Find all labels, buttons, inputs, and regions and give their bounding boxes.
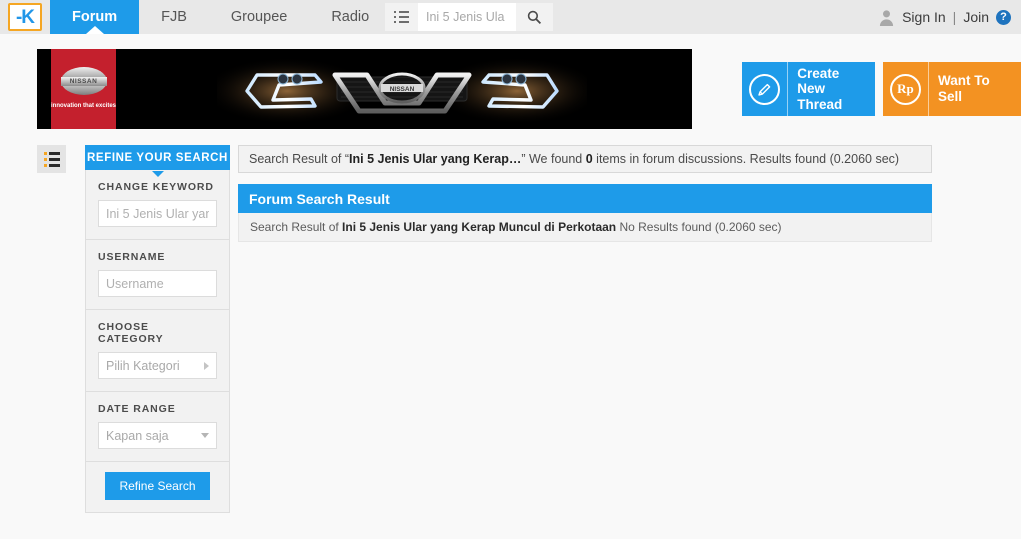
filter-date-range: DATE RANGE Kapan saja xyxy=(86,392,229,462)
nissan-banner-ad[interactable]: NISSAN innovation that excites NISSAN xyxy=(37,49,692,129)
create-new-thread-label: Create New Thread xyxy=(787,62,875,116)
nav-tab-groupee[interactable]: Groupee xyxy=(209,0,309,34)
nav-tab-forum-label: Forum xyxy=(72,9,118,25)
search-submit-button[interactable] xyxy=(516,3,553,31)
search-icon xyxy=(527,10,542,24)
car-headlights-artwork: NISSAN xyxy=(217,55,587,125)
chevron-right-icon xyxy=(204,361,209,370)
account-area: Sign In | Join ? xyxy=(878,0,1011,34)
username-label: USERNAME xyxy=(98,251,166,263)
account-separator: | xyxy=(952,9,957,25)
filter-change-keyword: CHANGE KEYWORD xyxy=(86,170,229,240)
refine-search-header[interactable]: REFINE YOUR SEARCH xyxy=(85,145,230,170)
header-search xyxy=(385,3,553,31)
result-body-query: Ini 5 Jenis Ular yang Kerap Muncul di Pe… xyxy=(342,220,617,234)
top-navigation-bar: -K Forum FJB Groupee Radio Ini 5 Jenis U… xyxy=(0,0,1021,34)
result-summary-count: 0 xyxy=(585,152,593,166)
primary-nav: Forum FJB Groupee Radio xyxy=(50,0,391,34)
banner-action-buttons: Create New Thread Rp Want To Sell xyxy=(742,62,1021,116)
change-keyword-input[interactable] xyxy=(98,200,217,227)
date-range-label: DATE RANGE xyxy=(98,403,176,415)
refine-search-body: CHANGE KEYWORD USERNAME CHOOSE CATEGORY … xyxy=(85,170,230,513)
choose-category-select[interactable]: Pilih Kategori xyxy=(98,352,217,379)
list-icon xyxy=(394,11,409,23)
choose-category-label: CHOOSE CATEGORY xyxy=(98,321,164,345)
filter-choose-category: CHOOSE CATEGORY Pilih Kategori xyxy=(86,310,229,392)
date-range-select[interactable]: Kapan saja xyxy=(98,422,217,449)
nissan-emblem-icon: NISSAN xyxy=(60,67,107,96)
nav-tab-radio[interactable]: Radio xyxy=(309,0,391,34)
result-body-suffix: No Results found (0.2060 sec) xyxy=(616,220,782,234)
username-input[interactable] xyxy=(98,270,217,297)
nav-tab-fjb-label: FJB xyxy=(161,9,187,25)
nissan-tagline: innovation that excites xyxy=(51,103,117,110)
create-new-thread-button[interactable]: Create New Thread xyxy=(742,62,875,116)
refine-search-header-label: REFINE YOUR SEARCH xyxy=(87,151,228,164)
search-input[interactable] xyxy=(418,3,516,31)
list-bullets-icon xyxy=(43,151,60,167)
choose-category-value: Pilih Kategori xyxy=(106,358,180,373)
nav-tab-forum[interactable]: Forum xyxy=(50,0,140,34)
kaskus-logo[interactable]: -K xyxy=(8,3,42,31)
join-link[interactable]: Join xyxy=(963,9,989,25)
search-result-summary-bar: Search Result of “ Ini 5 Jenis Ular yang… xyxy=(238,145,932,173)
nav-tab-radio-label: Radio xyxy=(331,9,370,25)
forum-search-result-panel: Forum Search Result Search Result of Ini… xyxy=(238,184,932,242)
date-range-value: Kapan saja xyxy=(106,428,169,443)
question-mark-help-icon[interactable]: ? xyxy=(996,9,1011,25)
nav-tab-groupee-label: Groupee xyxy=(230,9,288,25)
refine-search-sidebar: REFINE YOUR SEARCH CHANGE KEYWORD USERNA… xyxy=(85,145,230,513)
nissan-logo-panel: NISSAN innovation that excites xyxy=(51,49,116,129)
result-summary-middle: ” We found xyxy=(521,152,586,166)
change-keyword-label: CHANGE KEYWORD xyxy=(98,181,214,193)
refine-search-caret-icon xyxy=(151,171,164,177)
pencil-icon xyxy=(758,83,771,96)
want-to-sell-icon-wrap: Rp xyxy=(883,62,928,116)
want-to-sell-button[interactable]: Rp Want To Sell xyxy=(882,62,1021,116)
refine-search-button[interactable]: Refine Search xyxy=(105,472,210,500)
nissan-brand-text: NISSAN xyxy=(60,76,107,86)
sign-in-link[interactable]: Sign In xyxy=(902,9,946,25)
kaskus-k-logo-icon: -K xyxy=(15,6,35,28)
create-thread-icon-wrap xyxy=(742,62,787,116)
svg-text:NISSAN: NISSAN xyxy=(390,86,415,93)
search-scope-list-button[interactable] xyxy=(385,3,418,31)
sidebar-list-toggle[interactable] xyxy=(37,145,66,173)
pencil-in-circle-icon xyxy=(749,73,781,105)
forum-search-result-title: Forum Search Result xyxy=(238,184,932,213)
result-body-prefix: Search Result of xyxy=(250,220,343,234)
user-avatar-icon xyxy=(879,9,894,26)
chevron-down-icon xyxy=(201,433,209,438)
result-summary-prefix: Search Result of “ xyxy=(249,152,350,166)
forum-search-result-body: Search Result of Ini 5 Jenis Ular yang K… xyxy=(238,213,932,242)
result-summary-query: Ini 5 Jenis Ular yang Kerap… xyxy=(349,152,522,166)
rupiah-in-circle-icon: Rp xyxy=(889,73,921,105)
filter-username: USERNAME xyxy=(86,240,229,310)
want-to-sell-label: Want To Sell xyxy=(928,62,1021,116)
result-summary-suffix: items in forum discussions. Results foun… xyxy=(592,152,900,166)
refine-search-footer: Refine Search xyxy=(86,462,229,512)
panel-title-label: Forum Search Result xyxy=(249,190,390,207)
nav-tab-fjb[interactable]: FJB xyxy=(139,0,209,34)
